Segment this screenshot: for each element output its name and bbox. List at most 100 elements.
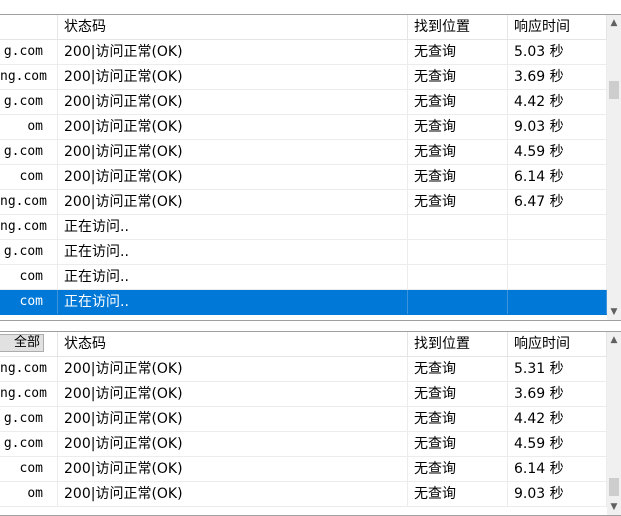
cell-domain: g.com — [0, 432, 58, 456]
cell-found-location — [408, 240, 508, 264]
cell-response-time: 5.03 秒 — [508, 40, 607, 64]
table-row[interactable]: com 正在访问.. — [0, 290, 607, 315]
cell-domain: ng.com — [0, 357, 58, 381]
cell-domain: ng.com — [0, 215, 58, 239]
cell-status: 200|访问正常(OK) — [58, 165, 408, 189]
cell-response-time: 9.03 秒 — [508, 115, 607, 139]
table-row[interactable]: g.com 200|访问正常(OK) 无查询 5.03 秒 — [0, 40, 607, 65]
cell-domain: g.com — [0, 240, 58, 264]
cell-status: 正在访问.. — [58, 215, 408, 239]
cell-status: 200|访问正常(OK) — [58, 115, 408, 139]
cell-status: 200|访问正常(OK) — [58, 382, 408, 406]
table-row[interactable]: g.com 正在访问.. — [0, 240, 607, 265]
results-table-top: 状态码 找到位置 响应时间 g.com 200|访问正常(OK) 无查询 5.03 秒… — [0, 14, 621, 321]
select-all-button[interactable]: 全部 — [0, 334, 44, 352]
cell-response-time: 3.69 秒 — [508, 65, 607, 89]
scroll-thumb[interactable] — [609, 478, 619, 496]
table-row[interactable]: ng.com 200|访问正常(OK) 无查询 3.69 秒 — [0, 382, 607, 407]
cell-response-time: 4.59 秒 — [508, 432, 607, 456]
table-header: 状态码 找到位置 响应时间 — [0, 15, 607, 40]
cell-status: 200|访问正常(OK) — [58, 140, 408, 164]
table-row[interactable]: com 正在访问.. — [0, 265, 607, 290]
scroll-thumb[interactable] — [609, 81, 619, 99]
table-row[interactable]: om 200|访问正常(OK) 无查询 9.03 秒 — [0, 115, 607, 140]
vertical-scrollbar[interactable]: ▲ ▼ — [607, 332, 621, 515]
cell-response-time: 4.42 秒 — [508, 407, 607, 431]
table-row[interactable]: g.com 200|访问正常(OK) 无查询 4.42 秒 — [0, 407, 607, 432]
cell-found-location: 无查询 — [408, 165, 508, 189]
cell-response-time: 6.14 秒 — [508, 165, 607, 189]
cell-domain: g.com — [0, 407, 58, 431]
table-row[interactable]: ng.com 200|访问正常(OK) 无查询 3.69 秒 — [0, 65, 607, 90]
cell-status: 200|访问正常(OK) — [58, 482, 408, 506]
table-row[interactable]: ng.com 正在访问.. — [0, 215, 607, 240]
cell-domain: com — [0, 457, 58, 481]
cell-found-location — [408, 215, 508, 239]
cell-status: 200|访问正常(OK) — [58, 457, 408, 481]
cell-found-location: 无查询 — [408, 115, 508, 139]
cell-status: 200|访问正常(OK) — [58, 357, 408, 381]
cell-domain: com — [0, 290, 58, 314]
header-status[interactable]: 状态码 — [58, 332, 408, 356]
cell-found-location: 无查询 — [408, 357, 508, 381]
table-row[interactable]: g.com 200|访问正常(OK) 无查询 4.59 秒 — [0, 432, 607, 457]
cell-response-time — [508, 265, 607, 289]
header-response-time[interactable]: 响应时间 — [508, 15, 607, 39]
cell-response-time — [508, 240, 607, 264]
cell-status: 200|访问正常(OK) — [58, 65, 408, 89]
scroll-down-icon[interactable]: ▼ — [607, 304, 621, 320]
header-response-time[interactable]: 响应时间 — [508, 332, 607, 356]
table-row[interactable]: ng.com 200|访问正常(OK) 无查询 6.47 秒 — [0, 190, 607, 215]
cell-found-location: 无查询 — [408, 432, 508, 456]
table-row[interactable]: ng.com 200|访问正常(OK) 无查询 5.31 秒 — [0, 357, 607, 382]
cell-response-time: 9.03 秒 — [508, 482, 607, 506]
header-found-location[interactable]: 找到位置 — [408, 15, 508, 39]
scroll-up-icon[interactable]: ▲ — [607, 332, 621, 348]
cell-found-location: 无查询 — [408, 482, 508, 506]
table-row[interactable]: om 200|访问正常(OK) 无查询 9.03 秒 — [0, 482, 607, 507]
cell-domain: com — [0, 165, 58, 189]
cell-found-location — [408, 290, 508, 314]
table-row[interactable]: com 200|访问正常(OK) 无查询 6.14 秒 — [0, 457, 607, 482]
cell-domain: om — [0, 482, 58, 506]
cell-response-time: 4.42 秒 — [508, 90, 607, 114]
cell-domain: ng.com — [0, 190, 58, 214]
cell-response-time: 4.59 秒 — [508, 140, 607, 164]
scroll-up-icon[interactable]: ▲ — [607, 15, 621, 31]
cell-found-location — [408, 265, 508, 289]
cell-found-location: 无查询 — [408, 65, 508, 89]
cell-response-time: 5.31 秒 — [508, 357, 607, 381]
table-row[interactable]: g.com 200|访问正常(OK) 无查询 4.59 秒 — [0, 140, 607, 165]
cell-domain: ng.com — [0, 382, 58, 406]
table-row[interactable]: com 200|访问正常(OK) 无查询 6.14 秒 — [0, 165, 607, 190]
cell-found-location: 无查询 — [408, 382, 508, 406]
table-row[interactable]: g.com 200|访问正常(OK) 无查询 4.42 秒 — [0, 90, 607, 115]
cell-domain: g.com — [0, 90, 58, 114]
cell-response-time — [508, 215, 607, 239]
cell-status: 正在访问.. — [58, 265, 408, 289]
cell-domain: g.com — [0, 140, 58, 164]
cell-found-location: 无查询 — [408, 190, 508, 214]
cell-domain: com — [0, 265, 58, 289]
cell-status: 200|访问正常(OK) — [58, 190, 408, 214]
cell-response-time: 6.47 秒 — [508, 190, 607, 214]
cell-status: 200|访问正常(OK) — [58, 407, 408, 431]
cell-found-location: 无查询 — [408, 457, 508, 481]
cell-status: 200|访问正常(OK) — [58, 40, 408, 64]
header-domain[interactable] — [0, 15, 58, 39]
header-found-location[interactable]: 找到位置 — [408, 332, 508, 356]
cell-status: 200|访问正常(OK) — [58, 90, 408, 114]
results-table-bottom: 全部 状态码 找到位置 响应时间 ng.com 200|访问正常(OK) 无查询 5.… — [0, 331, 621, 516]
cell-response-time — [508, 290, 607, 314]
table-header: 全部 状态码 找到位置 响应时间 — [0, 332, 607, 357]
cell-domain: om — [0, 115, 58, 139]
cell-found-location: 无查询 — [408, 90, 508, 114]
header-domain: 全部 — [0, 332, 58, 356]
header-status[interactable]: 状态码 — [58, 15, 408, 39]
scroll-down-icon[interactable]: ▼ — [607, 499, 621, 515]
cell-domain: ng.com — [0, 65, 58, 89]
cell-status: 正在访问.. — [58, 240, 408, 264]
cell-domain: g.com — [0, 40, 58, 64]
vertical-scrollbar[interactable]: ▲ ▼ — [607, 15, 621, 320]
cell-found-location: 无查询 — [408, 40, 508, 64]
